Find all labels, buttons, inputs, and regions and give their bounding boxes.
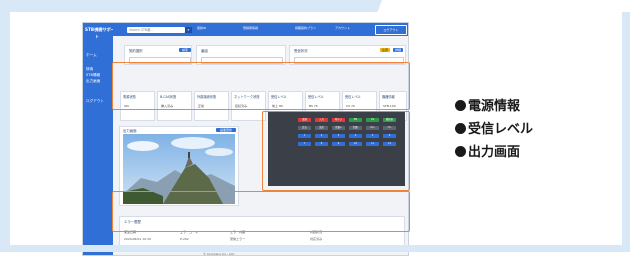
reception-panel-title: 受信状況 [294, 49, 308, 53]
top-info-contract: 契約ID [197, 26, 207, 30]
top-info-plan: 視聴契約プラン [295, 26, 317, 30]
bullet-label: 受信レベル [468, 122, 534, 137]
refresh-screen-button[interactable]: 画面更新 [216, 128, 236, 132]
highlight-error-history [112, 191, 410, 232]
program-panel-title: 番組 [201, 49, 208, 53]
bullet-dot-icon [455, 123, 466, 134]
bullet-dot-icon [455, 100, 466, 111]
contract-search-button[interactable]: 検索 [179, 48, 191, 52]
bullet-label: 出力画面 [468, 145, 521, 160]
app-brand: STB視聴サポー [85, 27, 116, 32]
contract-selector-title: 契約選択 [129, 49, 143, 53]
error-row-code: E-202 [180, 237, 189, 241]
sidebar: STB視聴サポー ト ホーム 検索 STB情報 出力画面 ログアウト [83, 23, 116, 255]
copyright-text: © Company Co., Ltd. [203, 252, 235, 256]
search-button[interactable]: ⌕ [185, 27, 192, 33]
sidebar-item-output[interactable]: 出力画面 [86, 79, 100, 84]
bullet-power-info: 電源情報 [455, 95, 533, 118]
sidebar-item-logout[interactable]: ログアウト [86, 99, 104, 104]
top-info-account: アカウント [335, 26, 351, 30]
error-row-status: 対応済み [310, 237, 323, 241]
bottom-strip [0, 245, 630, 252]
reception-warning-badge: 注意 [380, 48, 390, 52]
app-brand-suffix: ト [95, 34, 99, 39]
error-row-content: 受信エラー [230, 237, 246, 241]
bullet-reception-level: 受信レベル [455, 118, 533, 141]
top-info-registrant: 登録者情報 [243, 26, 259, 30]
reception-detail-button[interactable]: 詳細 [393, 48, 403, 52]
bullet-output-screen: 出力画面 [455, 141, 533, 164]
sidebar-item-search[interactable]: 検索 [86, 67, 93, 72]
sidebar-item-home[interactable]: ホーム [86, 53, 97, 58]
logout-button[interactable]: ログアウト [375, 25, 407, 35]
error-row-time: 2024/06/01 10:30 [124, 237, 151, 241]
top-bar: Search STB番... ⌕ 契約ID 登録者情報 視聴契約プラン アカウン… [113, 23, 408, 36]
highlight-remote [262, 111, 410, 191]
output-screen-title: 出力画面 [123, 129, 137, 133]
bullet-label: 電源情報 [468, 99, 521, 114]
feature-bullet-list: 電源情報 受信レベル 出力画面 [455, 95, 533, 164]
slide-background: STB視聴サポー ト ホーム 検索 STB情報 出力画面 ログアウト Searc… [0, 0, 630, 256]
sidebar-item-stb-info[interactable]: STB情報 [86, 73, 100, 78]
search-input[interactable]: Search STB番... [127, 27, 185, 33]
highlight-power-reception [112, 62, 410, 110]
bullet-dot-icon [455, 146, 466, 157]
search-icon: ⌕ [187, 27, 190, 32]
tab-corner-decor-fill [430, 0, 630, 12]
